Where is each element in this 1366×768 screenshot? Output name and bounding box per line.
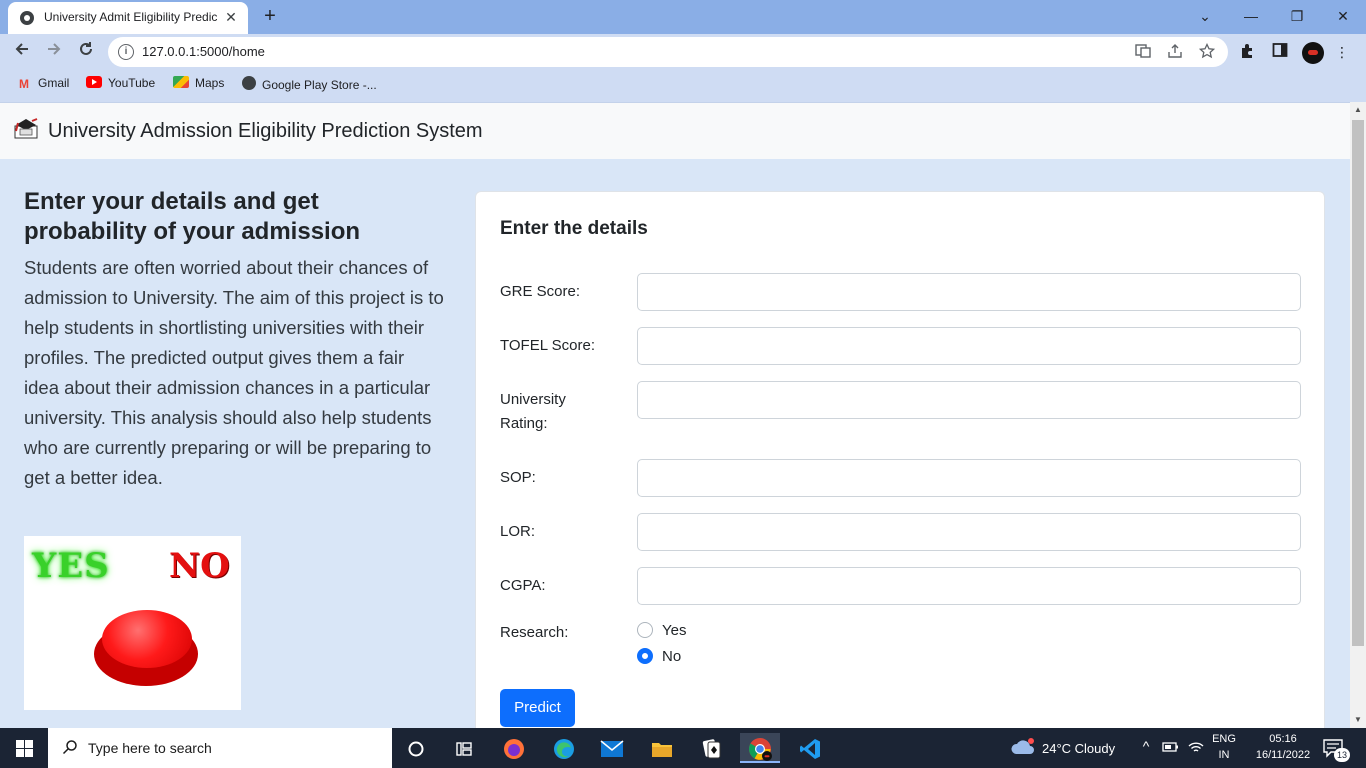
sop-label: SOP:	[500, 469, 536, 486]
windows-taskbar: Type here to search 24°C Cloudy ^ ENG IN…	[0, 728, 1366, 768]
chrome-icon[interactable]	[740, 733, 780, 763]
bookmark-gmail[interactable]: M Gmail	[16, 76, 69, 92]
youtube-icon	[86, 76, 102, 88]
chevron-up-icon[interactable]: ^	[1138, 738, 1154, 754]
intro-description: Students are often worried about their c…	[24, 257, 444, 488]
browser-tab[interactable]: University Admit Eligibility Predic ✕	[8, 2, 248, 34]
close-tab-icon[interactable]: ✕	[222, 8, 240, 26]
site-brand[interactable]: University Admission Eligibility Predict…	[48, 120, 483, 143]
cgpa-input[interactable]	[637, 567, 1301, 605]
site-info-icon[interactable]: i	[118, 44, 134, 60]
tofel-score-input[interactable]	[637, 327, 1301, 365]
bookmarks-bar: M Gmail YouTube Maps Google Play Store -.…	[0, 70, 1366, 98]
cortana-icon[interactable]	[396, 733, 436, 763]
tofel-score-label: TOFEL Score:	[500, 337, 596, 354]
edge-icon[interactable]	[544, 733, 584, 763]
research-label: Research:	[500, 624, 569, 641]
search-icon	[62, 739, 78, 755]
radio-checked-icon[interactable]	[637, 648, 653, 664]
research-yes-radio[interactable]: Yes	[637, 622, 686, 644]
gre-score-input[interactable]	[637, 273, 1301, 311]
language-bottom[interactable]: IN	[1208, 749, 1240, 761]
menu-dots-icon[interactable]: ⋮	[1332, 42, 1352, 62]
graduation-cap-icon	[14, 117, 40, 139]
scroll-up-arrow-icon[interactable]: ▲	[1350, 104, 1366, 116]
page-viewport: University Admission Eligibility Predict…	[0, 102, 1350, 728]
no-text: NO	[169, 546, 230, 586]
profile-avatar[interactable]	[1302, 42, 1324, 64]
bookmark-label: Google Play Store -...	[262, 78, 377, 92]
intro-section: Enter your details and get probability o…	[24, 187, 444, 493]
bookmark-star-icon[interactable]	[1198, 42, 1216, 61]
globe-icon	[20, 11, 34, 25]
lor-label: LOR:	[500, 523, 536, 540]
university-rating-input[interactable]	[637, 381, 1301, 419]
sop-input[interactable]	[637, 459, 1301, 497]
side-panel-icon[interactable]	[1270, 42, 1290, 62]
address-bar[interactable]: i 127.0.0.1:5000/home	[108, 37, 1228, 67]
restore-button[interactable]: ❐	[1274, 4, 1320, 28]
bookmark-maps[interactable]: Maps	[173, 76, 224, 92]
translate-icon[interactable]	[1134, 43, 1152, 61]
yes-no-button-image: YES NO	[24, 536, 241, 710]
details-form-card: Enter the details GRE Score: TOFEL Score…	[475, 191, 1325, 728]
close-window-button[interactable]: ✕	[1320, 4, 1366, 28]
tab-search-icon[interactable]: ⌄	[1182, 4, 1228, 28]
mail-icon[interactable]	[592, 733, 632, 763]
radio-unchecked-icon[interactable]	[637, 622, 653, 638]
gre-score-label: GRE Score:	[500, 283, 581, 300]
form-title: Enter the details	[500, 218, 648, 239]
extensions-icon[interactable]	[1238, 42, 1258, 62]
university-rating-label: University Rating:	[500, 391, 566, 432]
taskbar-search-box[interactable]: Type here to search	[48, 728, 392, 768]
play-store-icon	[242, 76, 256, 90]
reload-icon[interactable]	[74, 40, 98, 64]
solitaire-icon[interactable]	[692, 733, 732, 763]
scroll-down-arrow-icon[interactable]: ▼	[1350, 714, 1366, 726]
site-navbar: University Admission Eligibility Predict…	[0, 103, 1350, 159]
forward-arrow-icon[interactable]	[42, 40, 66, 64]
predict-button[interactable]: Predict	[500, 689, 575, 727]
bookmark-label: Maps	[195, 76, 225, 90]
battery-icon[interactable]	[1162, 740, 1180, 757]
research-no-radio[interactable]: No	[637, 648, 681, 670]
task-view-icon[interactable]	[444, 733, 484, 763]
weather-text[interactable]: 24°C Cloudy	[1042, 741, 1115, 756]
radio-label: Yes	[662, 622, 687, 639]
maps-icon	[173, 76, 189, 88]
scrollbar-thumb[interactable]	[1352, 120, 1364, 646]
language-top[interactable]: ENG	[1208, 733, 1240, 745]
browser-toolbar: i 127.0.0.1:5000/home ⋮	[0, 34, 1366, 70]
share-icon[interactable]	[1166, 43, 1184, 61]
wifi-icon[interactable]	[1188, 740, 1204, 757]
minimize-button[interactable]: —	[1228, 4, 1274, 28]
bookmark-label: YouTube	[108, 76, 156, 90]
bookmark-youtube[interactable]: YouTube	[86, 76, 155, 92]
windows-start-icon[interactable]	[0, 728, 48, 768]
intro-heading: Enter your details and get probability o…	[24, 188, 361, 245]
red-button-top	[102, 610, 192, 668]
firefox-icon[interactable]	[494, 733, 534, 763]
back-arrow-icon[interactable]	[10, 40, 34, 64]
vscode-icon[interactable]	[790, 733, 830, 763]
gmail-icon: M	[19, 77, 29, 91]
yes-text: YES	[32, 546, 110, 586]
tab-title: University Admit Eligibility Predic	[44, 10, 218, 24]
cgpa-label: CGPA:	[500, 577, 546, 594]
new-tab-button[interactable]: +	[258, 4, 282, 28]
file-explorer-icon[interactable]	[642, 733, 682, 763]
search-placeholder: Type here to search	[88, 740, 212, 756]
clock-time[interactable]: 05:16	[1250, 733, 1316, 745]
bookmark-play-store[interactable]: Google Play Store -...	[242, 76, 377, 92]
page-scrollbar[interactable]: ▲ ▼	[1350, 102, 1366, 728]
clock-date[interactable]: 16/11/2022	[1250, 749, 1316, 761]
radio-label: No	[662, 648, 682, 665]
notification-count-badge: 13	[1334, 748, 1350, 762]
browser-tab-strip: University Admit Eligibility Predic ✕ + …	[0, 0, 1366, 34]
cloudy-weather-icon[interactable]	[1010, 737, 1036, 760]
lor-input[interactable]	[637, 513, 1301, 551]
url-text: 127.0.0.1:5000/home	[142, 44, 265, 59]
bookmark-label: Gmail	[38, 76, 70, 90]
